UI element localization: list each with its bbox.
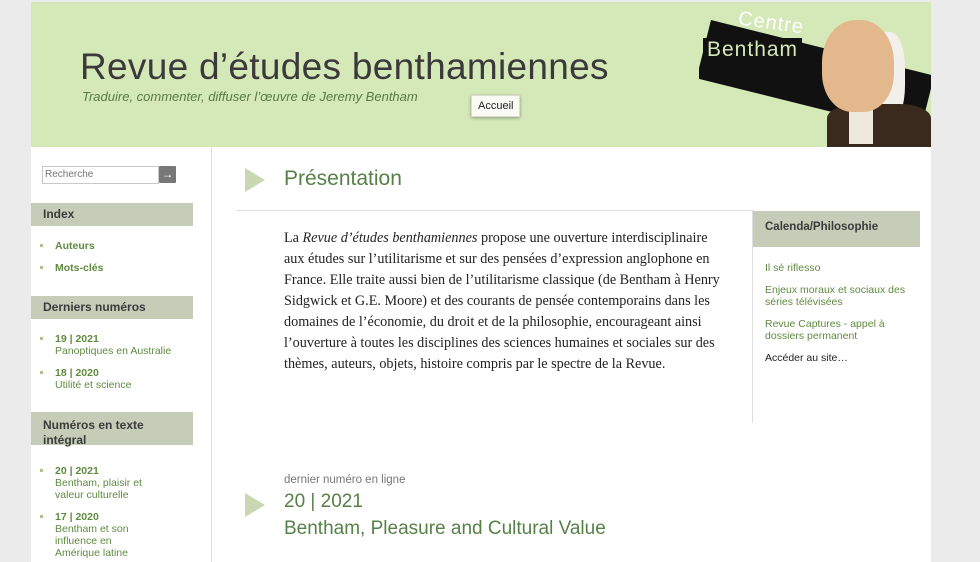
logo-text-bentham: Bentham xyxy=(703,38,803,62)
search-input[interactable] xyxy=(42,166,159,184)
main-content: Présentation La Revue d’études benthamie… xyxy=(231,147,931,562)
index-link-mots-cles[interactable]: Mots-clés xyxy=(40,262,103,274)
site-header: Revue d’études benthamiennes Traduire, c… xyxy=(31,2,931,147)
index-heading: Index xyxy=(31,203,193,226)
bullet xyxy=(40,515,43,518)
calenda-item[interactable]: Il sé riflesso xyxy=(765,262,923,274)
presentation-title: Présentation xyxy=(284,167,402,190)
page: Revue d’études benthamiennes Traduire, c… xyxy=(31,2,931,562)
index-link-auteurs[interactable]: Auteurs xyxy=(40,240,95,252)
presentation-text: La Revue d’études benthamiennes propose … xyxy=(284,230,720,372)
numeros-integral-heading: Numéros en texte intégral xyxy=(31,412,193,447)
issue-link-18[interactable]: 18 | 2020 Utilité et science xyxy=(40,367,195,391)
centre-bentham-logo[interactable]: Centre Bentham xyxy=(699,2,931,147)
journal-name: Revue d’études benthamiennes xyxy=(302,230,478,246)
bullet xyxy=(40,337,43,340)
sidebar: → Index Auteurs Mots-clés Derniers numér… xyxy=(31,147,212,562)
bullet xyxy=(40,266,43,269)
section-arrow-icon xyxy=(245,493,265,517)
last-issue-title[interactable]: Bentham, Pleasure and Cultural Value xyxy=(284,518,606,540)
last-issue-label: dernier numéro en ligne xyxy=(284,474,406,486)
search-submit-button[interactable]: → xyxy=(159,166,176,183)
logo-collar xyxy=(849,108,873,144)
site-subtitle: Traduire, commenter, diffuser l’œuvre de… xyxy=(82,89,418,104)
last-issue-number[interactable]: 20 | 2021 xyxy=(284,491,363,513)
calenda-more-link[interactable]: Accéder au site… xyxy=(765,352,923,364)
logo-coat xyxy=(827,104,931,147)
site-title[interactable]: Revue d’études benthamiennes xyxy=(80,46,609,88)
calenda-heading: Calenda/Philosophie xyxy=(753,211,920,247)
calenda-item[interactable]: Enjeux moraux et sociaux des séries télé… xyxy=(765,284,923,308)
bullet xyxy=(40,244,43,247)
bullet xyxy=(40,371,43,374)
bullet xyxy=(40,469,43,472)
issue-link-20[interactable]: 20 | 2021 Bentham, plaisir et valeur cul… xyxy=(40,465,155,501)
accueil-tooltip: Accueil xyxy=(471,95,521,117)
section-arrow-icon xyxy=(245,168,265,192)
arrow-right-icon: → xyxy=(161,167,174,181)
derniers-numeros-heading: Derniers numéros xyxy=(31,296,193,319)
logo-portrait xyxy=(822,20,894,112)
divider xyxy=(236,210,754,211)
issue-link-17[interactable]: 17 | 2020 Bentham et son influence en Am… xyxy=(40,511,155,559)
issue-link-19[interactable]: 19 | 2021 Panoptiques en Australie xyxy=(40,333,195,357)
calenda-item[interactable]: Revue Captures - appel à dossiers perman… xyxy=(765,318,923,342)
